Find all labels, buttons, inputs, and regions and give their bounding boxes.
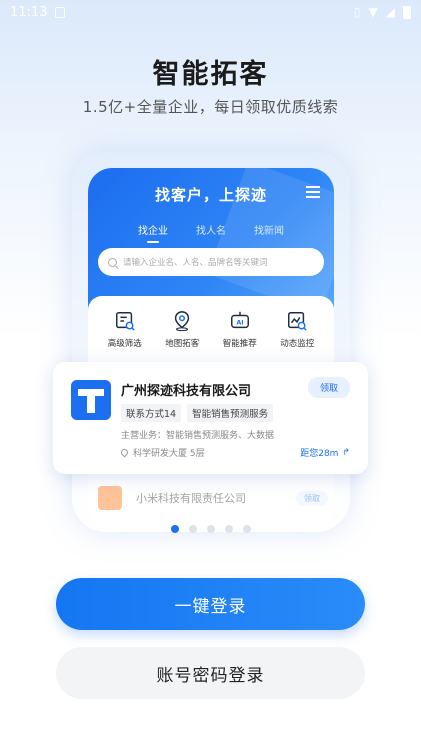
- ghost-company-name: 小米科技有限责任公司: [136, 492, 246, 505]
- ai-robot-icon: AI: [230, 311, 249, 329]
- page-subtitle: 1.5亿+全量企业，每日领取优质线索: [82, 98, 339, 116]
- company-card: 广州探迹科技有限公司 领取 联系方式14 智能销售预测服务 主营业务：智能销售预…: [53, 362, 368, 474]
- feature-ai: AI 智能推荐: [213, 310, 267, 349]
- phone-tab-companies: 找企业: [138, 222, 168, 243]
- battery-icon: [403, 5, 411, 19]
- phone-title: 找客户，上探迹: [154, 186, 267, 204]
- feature-row: 高级筛选 地图拓客 AI 智能推荐 动态监控: [88, 310, 334, 349]
- company-logo: [71, 380, 111, 420]
- wifi-icon: ▼: [368, 5, 378, 19]
- carousel-dot[interactable]: [224, 525, 233, 533]
- ghost-company-card: 小米科技有限责任公司 领取: [98, 482, 328, 514]
- carousel-indicator: [0, 525, 421, 533]
- one-click-login-button[interactable]: 一键登录: [56, 578, 365, 630]
- status-bar: 11:13 ▯ ▼ ◢: [0, 0, 421, 24]
- feature-filter: 高级筛选: [98, 310, 152, 349]
- company-location: 科学研发大厦 5层: [119, 446, 205, 459]
- location-pin-icon: [119, 447, 130, 458]
- menu-icon: [306, 186, 320, 198]
- company-tags: 联系方式14 智能销售预测服务: [121, 404, 274, 422]
- company-address: 科学研发大厦 5层: [133, 449, 205, 459]
- company-distance: 距您28m ↱: [300, 446, 350, 460]
- carousel-dot[interactable]: [242, 525, 251, 533]
- distance-text: 距您28m: [300, 449, 339, 459]
- feature-label: 动态监控: [280, 339, 315, 349]
- company-tag: 智能销售预测服务: [187, 404, 274, 422]
- signal-icon: ◢: [385, 5, 395, 19]
- feature-label: 地图拓客: [165, 339, 200, 349]
- page-title: 智能拓客: [152, 59, 269, 90]
- carousel-dot[interactable]: [170, 525, 179, 533]
- phone-mockup: 找客户，上探迹 找企业 找人名 找新闻 请输入企业名、人名、品牌名等关键词 高级…: [88, 168, 334, 528]
- vibrate-icon: ▯: [353, 5, 361, 19]
- phone-search-bar: 请输入企业名、人名、品牌名等关键词: [98, 248, 324, 276]
- feature-monitor: 动态监控: [270, 310, 324, 349]
- filter-icon: [115, 312, 135, 331]
- phone-tab-people: 找人名: [196, 226, 226, 237]
- company-tag: 联系方式14: [121, 404, 182, 422]
- phone-tab-news: 找新闻: [254, 226, 284, 237]
- svg-text:AI: AI: [236, 319, 243, 327]
- feature-label: 智能推荐: [222, 339, 257, 349]
- carousel-dot[interactable]: [188, 525, 197, 533]
- feature-label: 高级筛选: [107, 339, 142, 349]
- navigate-arrow-icon: ↱: [342, 447, 350, 458]
- password-login-button[interactable]: 账号密码登录: [56, 647, 365, 699]
- phone-tabs: 找企业 找人名 找新闻: [88, 222, 334, 243]
- status-icons: ▯ ▼ ◢: [354, 5, 411, 19]
- company-business: 主营业务：智能销售预测服务、大数据: [121, 431, 275, 441]
- carousel-dot[interactable]: [206, 525, 215, 533]
- ghost-claim-button: 领取: [296, 490, 328, 506]
- xiaomi-logo: [98, 486, 122, 510]
- map-pin-icon: [175, 311, 190, 332]
- claim-button: 领取: [307, 377, 350, 398]
- search-icon: [108, 257, 117, 267]
- status-time: 11:13: [10, 4, 48, 20]
- notification-icon: [55, 6, 66, 18]
- company-name: 广州探迹科技有限公司: [121, 384, 252, 399]
- phone-search-placeholder: 请输入企业名、人名、品牌名等关键词: [123, 258, 268, 268]
- monitor-icon: [288, 312, 307, 331]
- feature-map: 地图拓客: [155, 310, 209, 349]
